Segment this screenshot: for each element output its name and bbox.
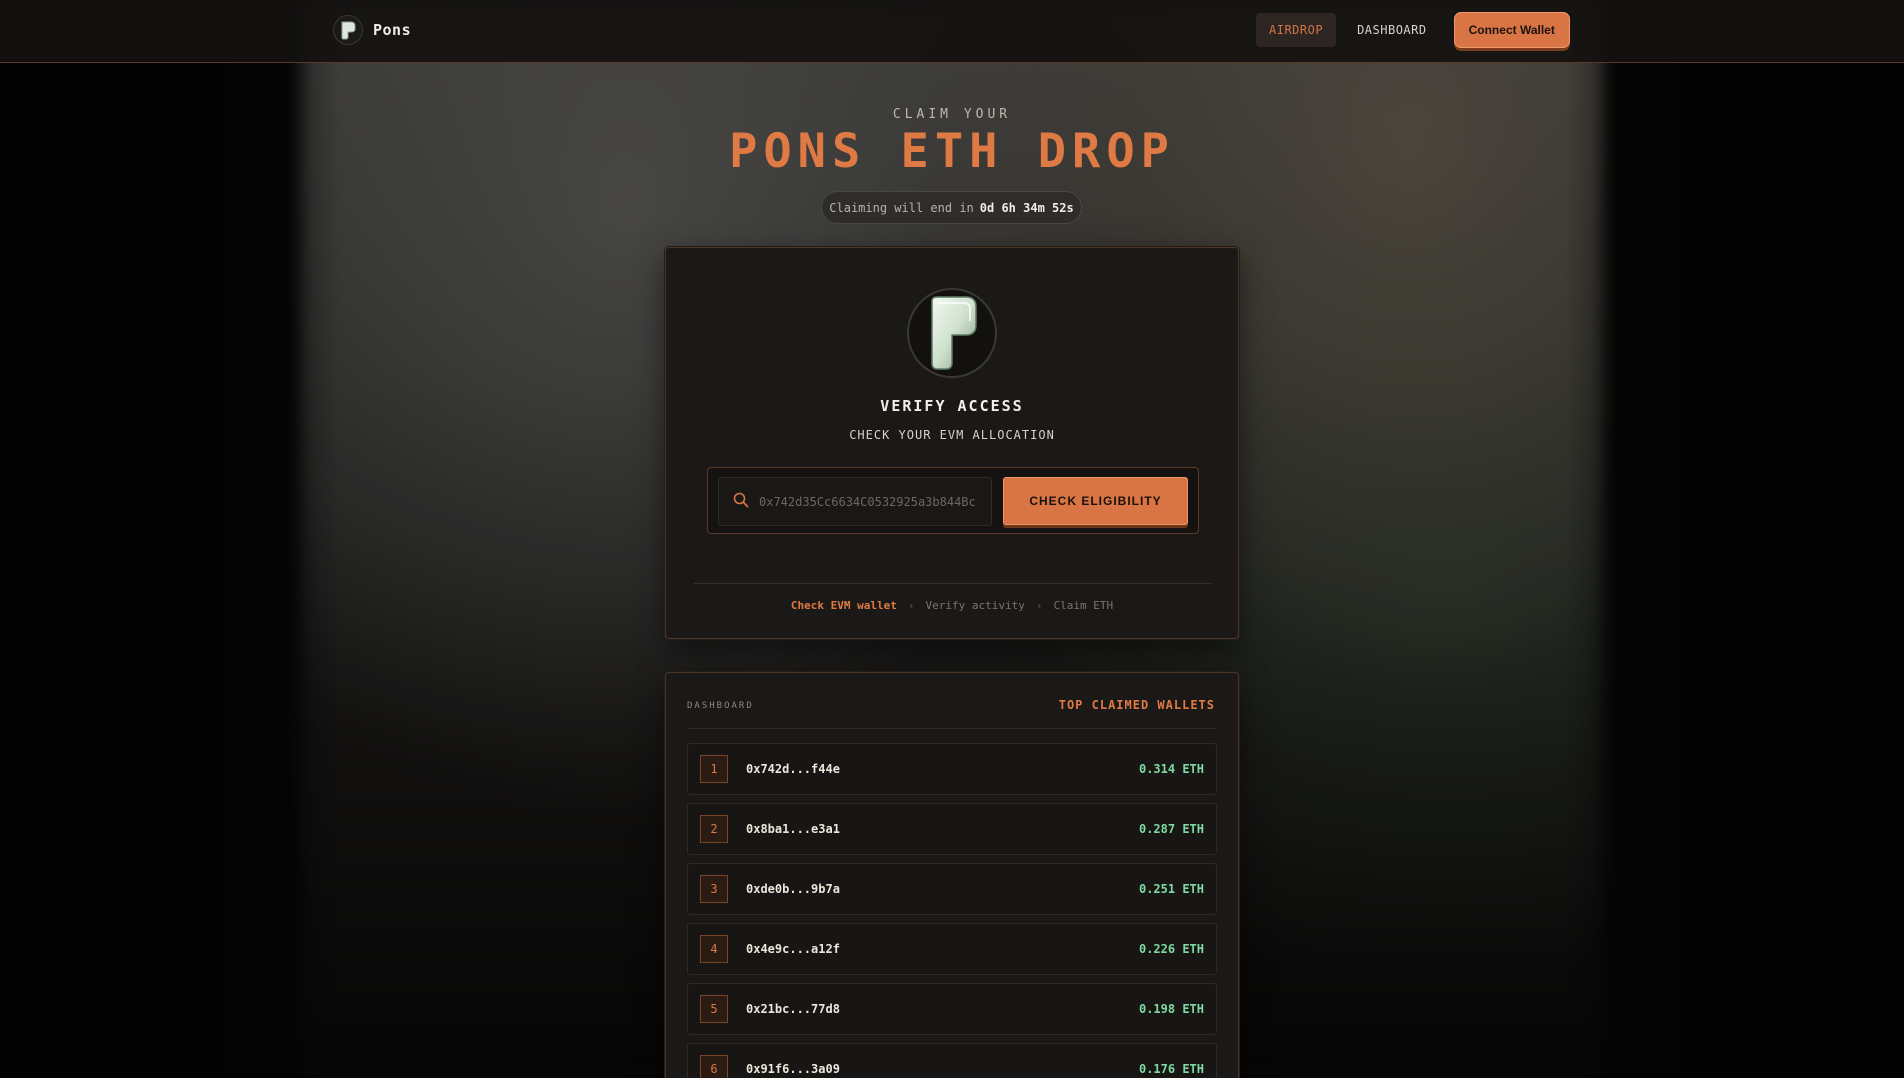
nav-link-dashboard[interactable]: DASHBOARD <box>1344 13 1440 47</box>
rank-badge: 4 <box>700 935 728 963</box>
page-title: PONS ETH DROP <box>729 124 1175 179</box>
eligibility-form: CHECK ELIGIBILITY <box>707 467 1199 534</box>
verify-title: VERIFY ACCESS <box>880 397 1024 415</box>
countdown-prefix: Claiming will end in <box>829 200 974 215</box>
step-check-wallet: Check EVM wallet <box>790 599 897 612</box>
chevron-right-icon: › <box>1035 599 1043 612</box>
wallet-address: 0x4e9c...a12f <box>746 942 840 956</box>
verify-card: VERIFY ACCESS CHECK YOUR EVM ALLOCATION … <box>665 247 1239 639</box>
divider <box>687 728 1217 729</box>
address-field <box>718 477 992 526</box>
claimed-amount: 0.176 ETH <box>1138 1062 1204 1076</box>
list-item: 4 0x4e9c...a12f 0.226 ETH <box>687 923 1217 975</box>
wallet-address: 0x21bc...77d8 <box>746 1002 840 1016</box>
brand[interactable]: Pons <box>333 15 411 45</box>
check-eligibility-button[interactable]: CHECK ELIGIBILITY <box>1003 477 1188 525</box>
connect-wallet-button[interactable]: Connect Wallet <box>1453 12 1570 48</box>
countdown-time: 0d 6h 34m 52s <box>979 200 1074 215</box>
progress-steps: Check EVM wallet › Verify activity › Cla… <box>666 599 1238 612</box>
dashboard-title: TOP CLAIMED WALLETS <box>1058 698 1215 712</box>
claimed-amount: 0.198 ETH <box>1138 1002 1204 1016</box>
step-verify-activity: Verify activity <box>925 599 1025 612</box>
list-item: 2 0x8ba1...e3a1 0.287 ETH <box>687 803 1217 855</box>
chevron-right-icon: › <box>907 599 915 612</box>
brand-name: Pons <box>373 21 412 39</box>
rank-badge: 5 <box>700 995 728 1023</box>
nav-links: AIRDROP DASHBOARD Connect Wallet <box>1256 12 1570 48</box>
dashboard-label: DASHBOARD <box>687 701 754 711</box>
rank-badge: 6 <box>700 1055 728 1078</box>
countdown-badge: Claiming will end in 0d 6h 34m 52s <box>821 191 1082 224</box>
wallet-address: 0x8ba1...e3a1 <box>746 822 840 836</box>
wallet-address-input[interactable] <box>759 494 991 509</box>
rank-badge: 2 <box>700 815 728 843</box>
list-item: 1 0x742d...f44e 0.314 ETH <box>687 743 1217 795</box>
claimed-amount: 0.251 ETH <box>1138 882 1204 896</box>
top-nav: Pons AIRDROP DASHBOARD Connect Wallet <box>0 0 1904 63</box>
rank-badge: 1 <box>700 755 728 783</box>
search-icon <box>733 492 749 512</box>
wallet-address: 0xde0b...9b7a <box>746 882 840 896</box>
divider <box>694 583 1212 584</box>
pons-logo-icon <box>907 288 997 378</box>
nav-link-airdrop[interactable]: AIRDROP <box>1256 13 1337 47</box>
wallet-address: 0x742d...f44e <box>746 762 840 776</box>
list-item: 5 0x21bc...77d8 0.198 ETH <box>687 983 1217 1035</box>
wallet-address: 0x91f6...3a09 <box>746 1062 840 1076</box>
wallet-list: 1 0x742d...f44e 0.314 ETH 2 0x8ba1...e3a… <box>687 743 1217 1078</box>
list-item: 6 0x91f6...3a09 0.176 ETH <box>687 1043 1217 1078</box>
claimed-amount: 0.226 ETH <box>1138 942 1204 956</box>
rank-badge: 3 <box>700 875 728 903</box>
hero-eyebrow: CLAIM YOUR <box>892 107 1012 122</box>
step-claim-eth: Claim ETH <box>1053 599 1114 612</box>
list-item: 3 0xde0b...9b7a 0.251 ETH <box>687 863 1217 915</box>
verify-subtitle: CHECK YOUR EVM ALLOCATION <box>849 428 1055 442</box>
claimed-amount: 0.287 ETH <box>1138 822 1204 836</box>
dashboard-card: DASHBOARD TOP CLAIMED WALLETS 1 0x742d..… <box>665 672 1239 1078</box>
pons-logo-icon <box>333 15 363 45</box>
claimed-amount: 0.314 ETH <box>1138 762 1204 776</box>
